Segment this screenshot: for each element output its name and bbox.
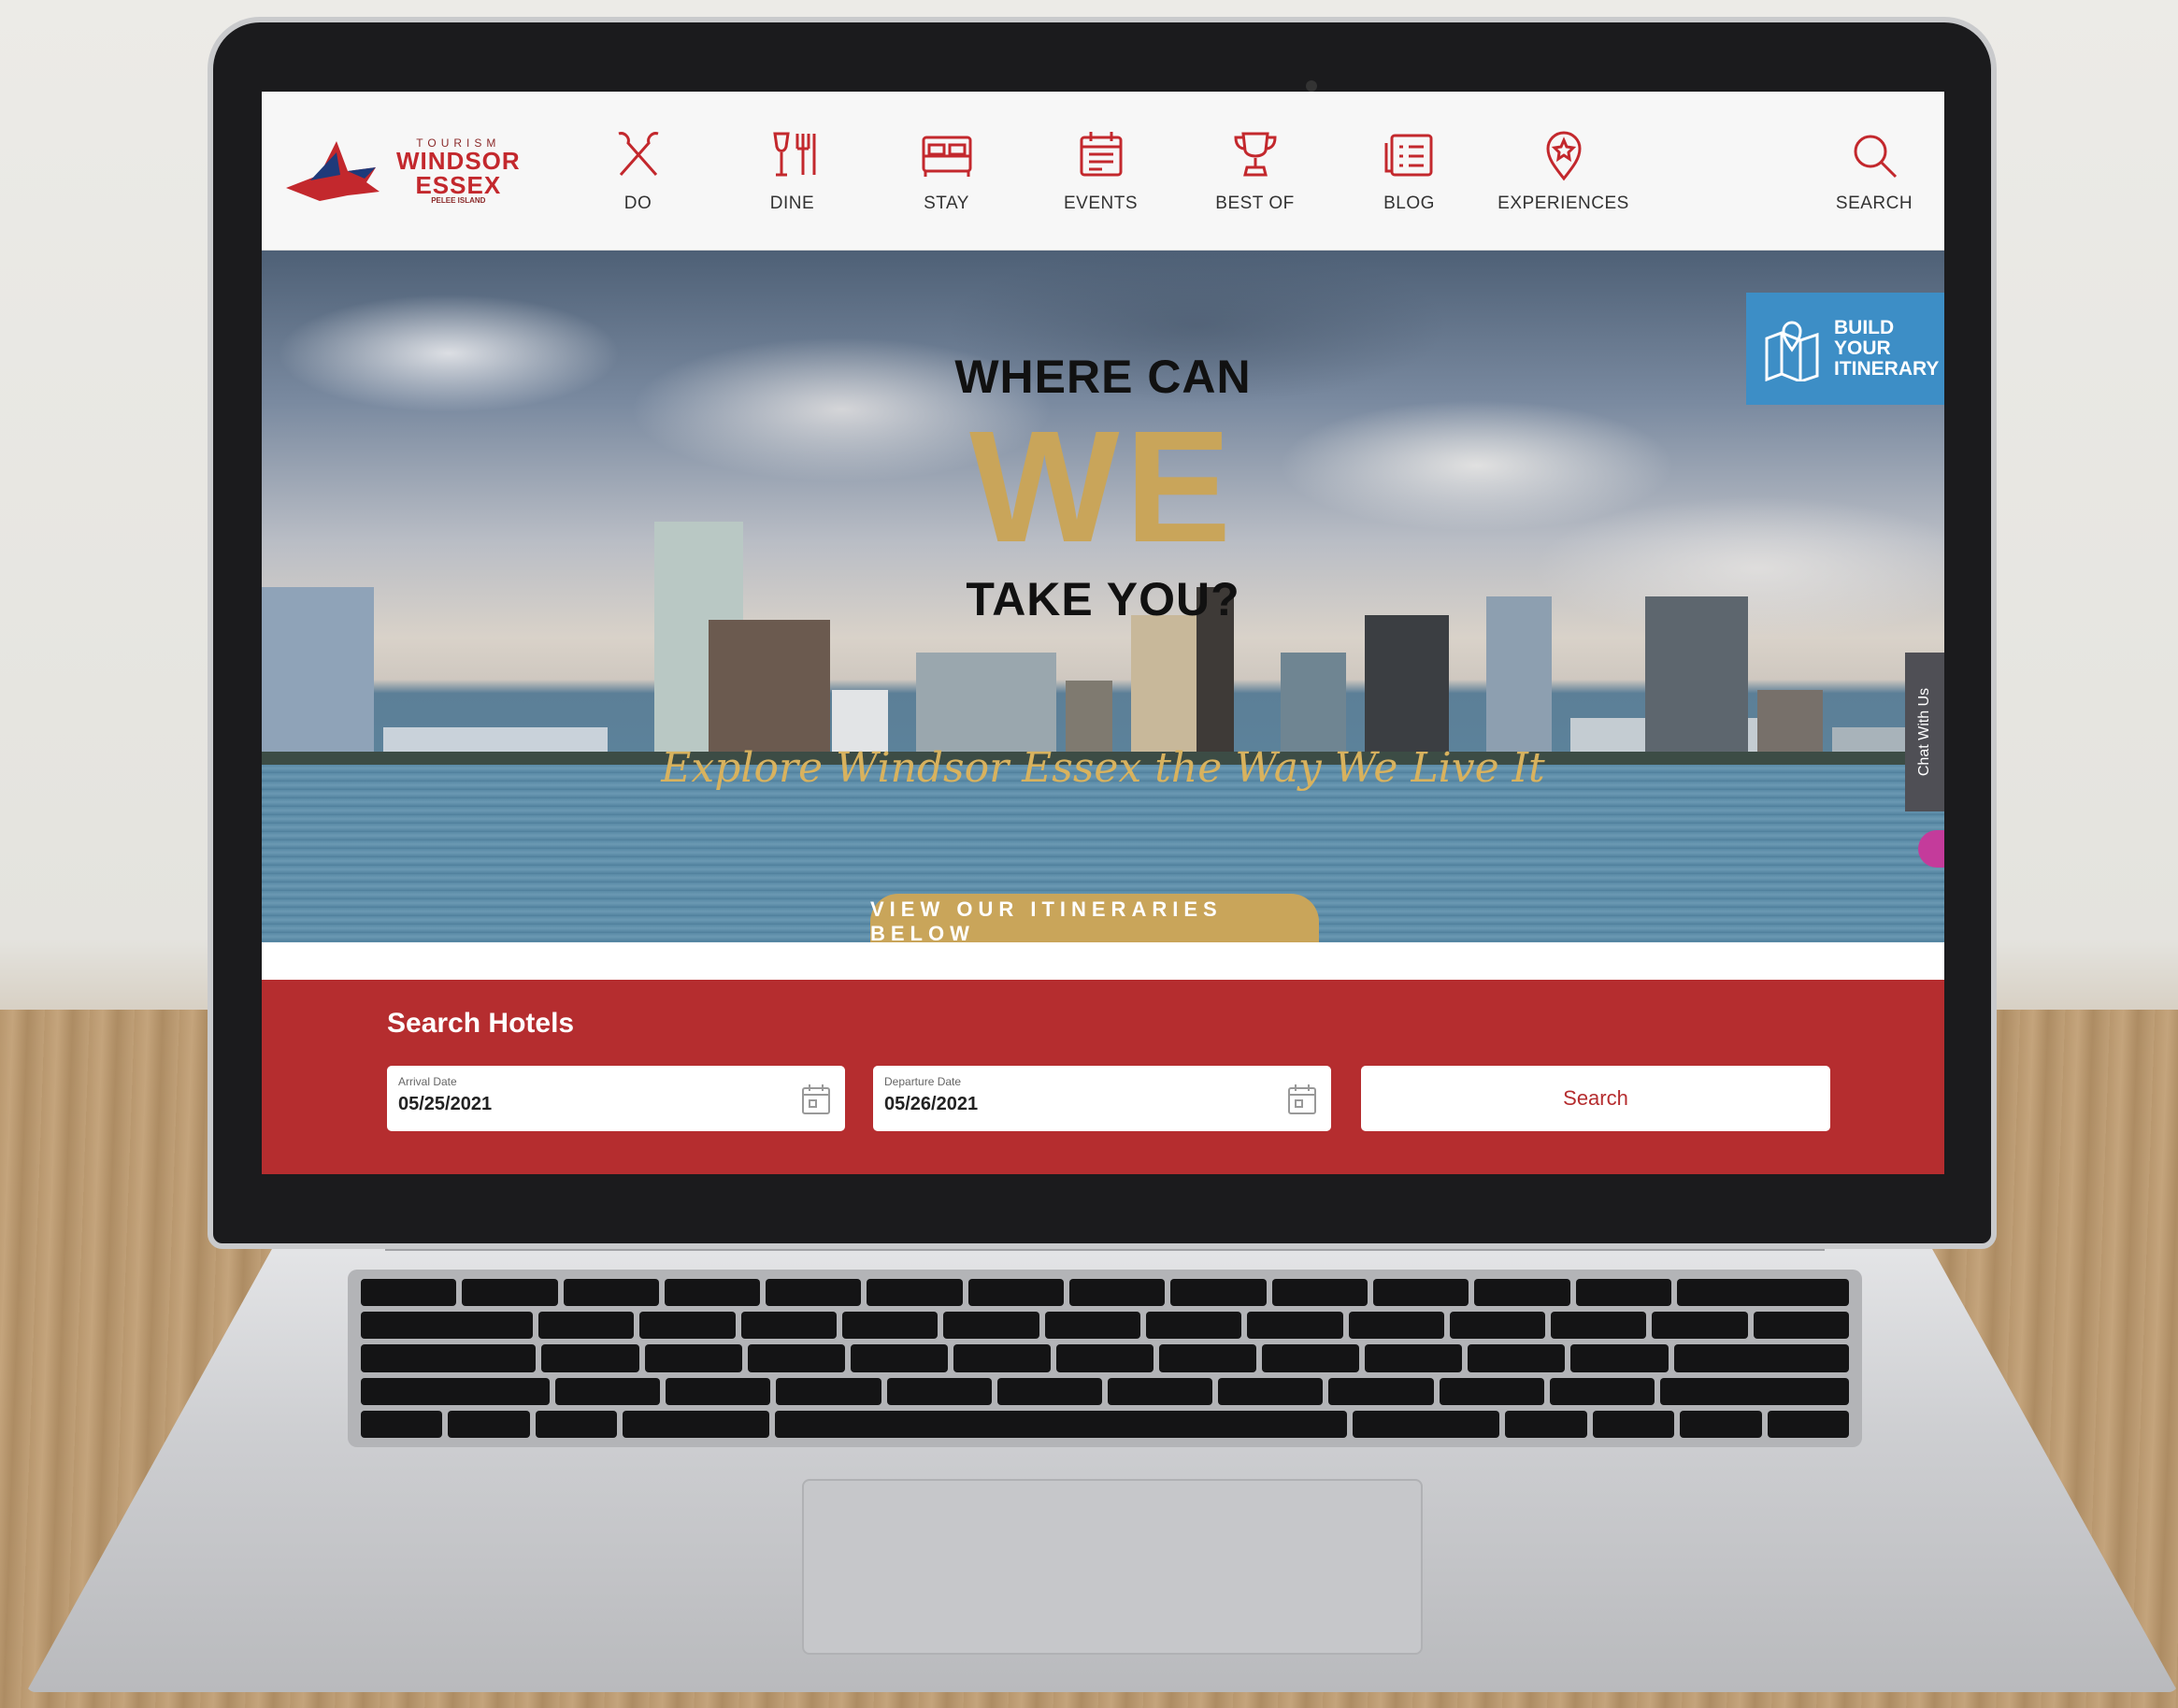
hero-banner: WHERE CAN WE TAKE YOU? Explore Windsor E… xyxy=(262,251,1944,942)
chat-with-us-label: Chat With Us xyxy=(1916,687,1932,777)
trackpad xyxy=(802,1479,1423,1655)
nav-item-blog[interactable]: BLOG xyxy=(1332,92,1486,250)
hotel-search-button[interactable]: Search xyxy=(1361,1066,1830,1131)
section-divider xyxy=(262,942,1944,980)
nav-item-events[interactable]: EVENTS xyxy=(1024,92,1178,250)
build-itinerary-button[interactable]: BUILD YOUR ITINERARY xyxy=(1746,293,1944,405)
nav-item-dine[interactable]: DINE xyxy=(715,92,869,250)
search-hotels-title: Search Hotels xyxy=(387,1008,575,1039)
list-icon xyxy=(1384,134,1432,176)
laptop-screen: TOURISM WINDSOR ESSEX PELEE ISLAND DO DI… xyxy=(262,92,1944,1174)
departure-date-value: 05/26/2021 xyxy=(884,1094,979,1114)
trophy-icon xyxy=(1233,132,1277,176)
camera xyxy=(1306,80,1317,92)
nav-item-stay[interactable]: STAY xyxy=(869,92,1024,250)
site-logo[interactable]: TOURISM WINDSOR ESSEX PELEE ISLAND xyxy=(262,92,561,250)
goose-logo-icon xyxy=(282,134,387,208)
calendar-icon xyxy=(1080,131,1122,176)
hotel-search-section: Search Hotels Arrival Date 05/25/2021 De… xyxy=(262,980,1944,1174)
bed-icon xyxy=(922,136,971,177)
nav-label-search: SEARCH xyxy=(1835,193,1913,213)
logo-essex-text: ESSEX xyxy=(415,170,502,199)
build-line-1: BUILD xyxy=(1834,316,1895,338)
arrival-date-field[interactable]: Arrival Date 05/25/2021 xyxy=(387,1066,845,1131)
location-pin-icon xyxy=(1545,131,1582,180)
arrival-date-value: 05/25/2021 xyxy=(398,1094,493,1114)
nav-item-do[interactable]: DO xyxy=(561,92,715,250)
hero-line-2: WE xyxy=(969,398,1237,576)
search-icon xyxy=(1854,135,1898,178)
arrival-date-label: Arrival Date xyxy=(398,1075,457,1088)
nav-label-stay: STAY xyxy=(924,193,969,213)
nav-label-do: DO xyxy=(623,193,652,213)
wine-utensils-icon xyxy=(772,132,815,176)
keyboard xyxy=(348,1270,1862,1447)
departure-date-label: Departure Date xyxy=(884,1075,962,1088)
calendar-icon[interactable] xyxy=(1286,1083,1318,1116)
paddles-icon xyxy=(618,131,658,176)
top-nav: TOURISM WINDSOR ESSEX PELEE ISLAND DO DI… xyxy=(262,92,1944,251)
nav-label-events: EVENTS xyxy=(1063,193,1139,213)
build-line-2: YOUR xyxy=(1834,337,1891,359)
map-pin-icon xyxy=(1765,321,1819,381)
build-line-3: ITINERARY xyxy=(1834,358,1940,380)
logo-windsor-text: WINDSOR xyxy=(396,146,521,175)
view-itineraries-button[interactable]: VIEW OUR ITINERARIES BELOW xyxy=(870,894,1319,942)
calendar-icon[interactable] xyxy=(800,1083,832,1116)
nav-item-experiences[interactable]: EXPERIENCES xyxy=(1486,92,1641,250)
nav-search-button[interactable]: SEARCH xyxy=(1804,92,1944,250)
hero-line-1: WHERE CAN xyxy=(954,351,1252,403)
departure-date-field[interactable]: Departure Date 05/26/2021 xyxy=(873,1066,1331,1131)
skyline-building xyxy=(1365,615,1449,765)
nav-label-blog: BLOG xyxy=(1383,193,1435,213)
hero-tagline: Explore Windsor Essex the Way We Live It xyxy=(661,744,1545,792)
hero-line-3: TAKE YOU? xyxy=(966,573,1240,625)
skyline-building xyxy=(1131,615,1196,765)
nav-label-dine: DINE xyxy=(769,193,815,213)
nav-label-best-of: BEST OF xyxy=(1215,193,1295,213)
logo-pelee-text: PELEE ISLAND xyxy=(431,195,486,205)
chat-with-us-tab[interactable]: Chat With Us xyxy=(1905,653,1944,811)
skyline-building xyxy=(709,620,830,765)
nav-label-experiences: EXPERIENCES xyxy=(1497,193,1629,213)
nav-item-best-of[interactable]: BEST OF xyxy=(1178,92,1332,250)
